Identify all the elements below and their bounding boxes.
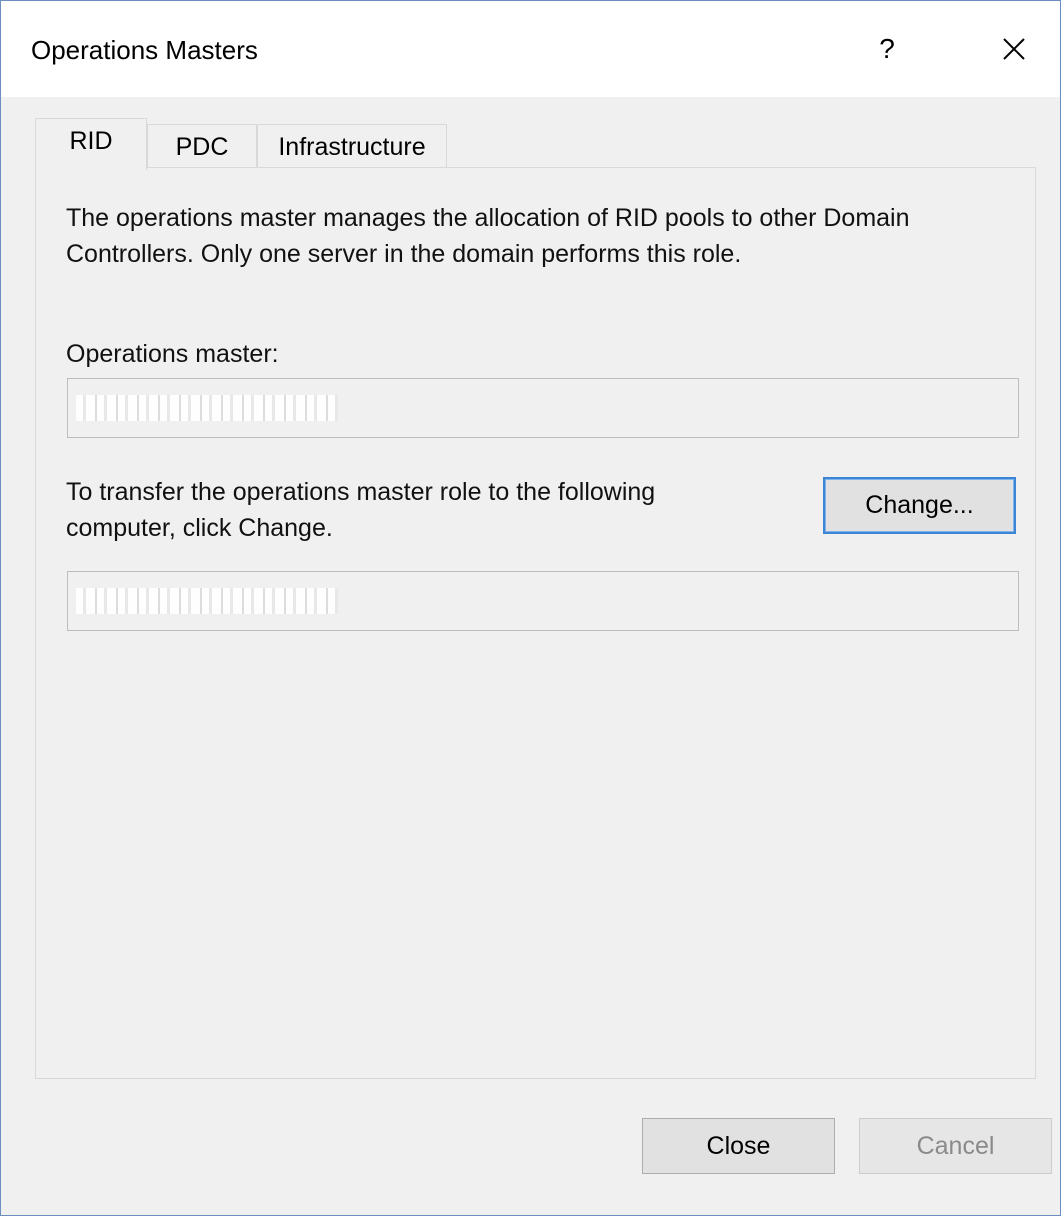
help-button[interactable]: ?	[865, 23, 909, 75]
target-computer-field[interactable]	[67, 571, 1019, 631]
close-window-button[interactable]	[986, 23, 1040, 75]
close-icon	[1003, 38, 1025, 60]
window-title: Operations Masters	[31, 35, 258, 65]
tab-rid[interactable]: RID	[35, 118, 147, 170]
role-description: The operations master manages the alloca…	[66, 204, 910, 268]
close-button[interactable]: Close	[642, 1118, 835, 1174]
operations-masters-dialog: Operations Masters ? RID PDC Infrastruct…	[0, 0, 1061, 1216]
change-button[interactable]: Change...	[823, 477, 1016, 534]
tab-infrastructure[interactable]: Infrastructure	[257, 124, 447, 168]
redacted-server-name	[76, 395, 338, 421]
tab-pdc[interactable]: PDC	[147, 124, 257, 168]
rid-tab-panel: The operations master manages the alloca…	[35, 167, 1036, 1079]
operations-master-field[interactable]	[67, 378, 1019, 438]
operations-master-label: Operations master:	[66, 340, 279, 368]
cancel-button[interactable]: Cancel	[859, 1118, 1052, 1174]
title-bar[interactable]: Operations Masters ?	[1, 1, 1060, 97]
transfer-instructions: To transfer the operations master role t…	[66, 478, 656, 542]
redacted-computer-name	[76, 588, 338, 614]
